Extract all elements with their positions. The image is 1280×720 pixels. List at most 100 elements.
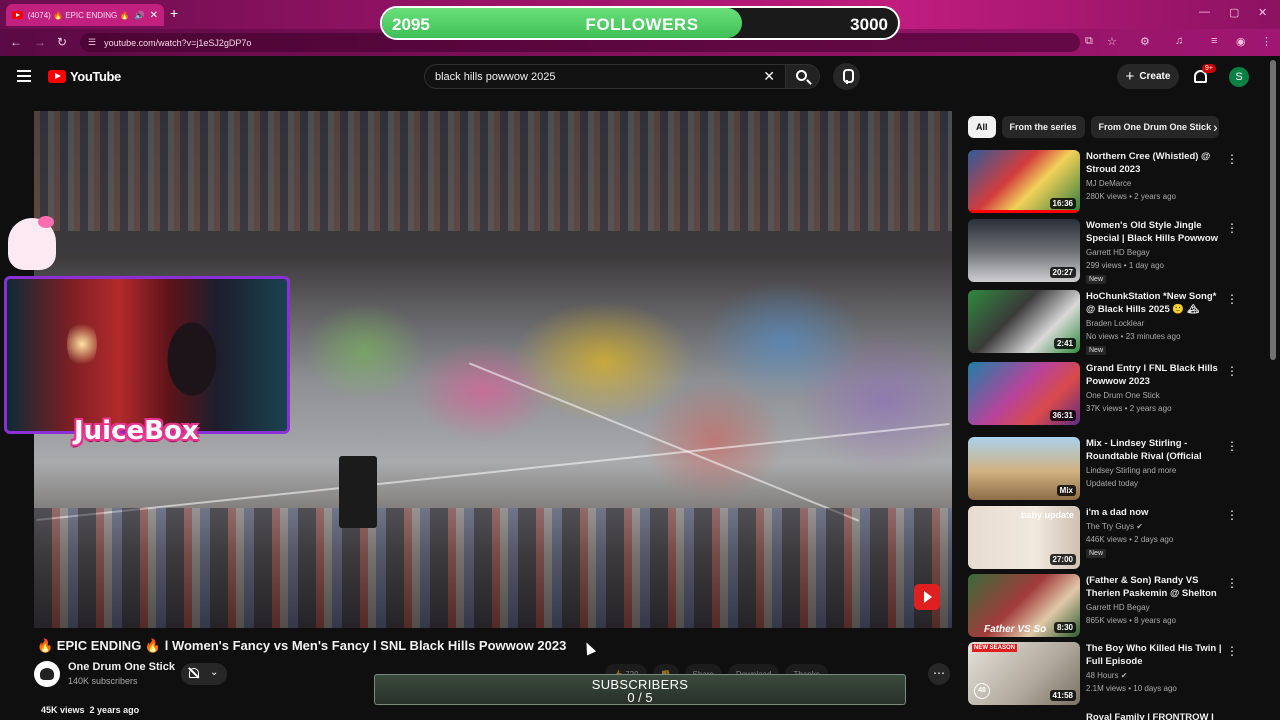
page-scrollbar[interactable] bbox=[1270, 60, 1276, 360]
kebab-menu-icon[interactable]: ⋮ bbox=[1226, 221, 1238, 235]
channel-48-logo: 48 bbox=[974, 683, 990, 699]
recommendation-title[interactable]: Mix - Lindsey Stirling - Roundtable Riva… bbox=[1086, 437, 1226, 464]
recommendation-thumbnail[interactable]: baby update 27:00 bbox=[968, 506, 1080, 569]
recommendation-channel[interactable]: Garrett HD Begay bbox=[1086, 603, 1150, 612]
tab-close-icon[interactable]: ✕ bbox=[150, 10, 158, 21]
new-season-badge: NEW SEASON bbox=[972, 644, 1018, 652]
recommendation-item[interactable]: 20:27 Women's Old Style Jingle Special |… bbox=[968, 219, 1248, 284]
recommendation-meta: 37K views • 2 years ago bbox=[1086, 404, 1172, 413]
channel-name[interactable]: One Drum One Stick bbox=[68, 661, 175, 673]
recommendation-meta: 299 views • 1 day ago bbox=[1086, 261, 1164, 270]
minimize-icon[interactable]: — bbox=[1199, 6, 1210, 18]
kebab-menu-icon[interactable]: ⋮ bbox=[1226, 292, 1238, 306]
recommendation-channel[interactable]: One Drum One Stick bbox=[1086, 391, 1160, 400]
new-tab-icon[interactable]: + bbox=[170, 5, 178, 21]
recommendation-title-partial[interactable]: Royal Family | FRONTROW I bbox=[1086, 712, 1214, 720]
bookmark-star-icon[interactable]: ☆ bbox=[1107, 35, 1117, 48]
subscribed-button[interactable]: ⌄ bbox=[181, 663, 227, 685]
site-info-icon[interactable]: ☰ bbox=[88, 37, 96, 48]
followers-goal: 3000 bbox=[850, 15, 888, 34]
clear-search-icon[interactable]: ✕ bbox=[763, 68, 775, 85]
watched-progress bbox=[968, 210, 1080, 213]
recommendation-title[interactable]: Women's Old Style Jingle Special | Black… bbox=[1086, 219, 1226, 246]
kebab-menu-icon[interactable]: ⋮ bbox=[1226, 364, 1238, 378]
recommendation-item[interactable]: 16:36 Northern Cree (Whistled) @ Stroud … bbox=[968, 150, 1248, 214]
reading-list-icon[interactable]: ≡ bbox=[1211, 35, 1217, 47]
chip-all[interactable]: All bbox=[968, 116, 996, 138]
chevron-right-icon[interactable]: › bbox=[1213, 119, 1218, 135]
back-icon[interactable]: ← bbox=[10, 35, 22, 49]
search-input[interactable]: black hills powwow 2025 ✕ bbox=[424, 64, 786, 89]
streamer-webcam bbox=[4, 276, 290, 434]
kebab-menu-icon[interactable]: ⋮ bbox=[1226, 439, 1238, 453]
menu-icon[interactable] bbox=[17, 70, 31, 82]
recommendation-item[interactable]: Father VS So 8:30 (Father & Son) Randy V… bbox=[968, 574, 1248, 638]
recommendation-channel[interactable]: MJ DeMarce bbox=[1086, 179, 1131, 188]
new-badge: New bbox=[1086, 346, 1107, 355]
recommendation-channel[interactable]: Lindsey Stirling and more bbox=[1086, 466, 1176, 475]
speaker-icon[interactable]: 🔊 bbox=[135, 11, 145, 20]
media-icon[interactable]: ♫ bbox=[1175, 35, 1183, 47]
kebab-menu-icon[interactable]: ⋮ bbox=[1226, 644, 1238, 658]
recommendation-item[interactable]: baby update 27:00 i'm a dad now The Try … bbox=[968, 506, 1248, 570]
recommendation-thumbnail[interactable]: 2:41 bbox=[968, 290, 1080, 353]
recommendation-item[interactable]: NEW SEASON 48 41:58 The Boy Who Killed H… bbox=[968, 642, 1248, 706]
recommendation-thumbnail[interactable]: NEW SEASON 48 41:58 bbox=[968, 642, 1080, 705]
recommendation-title[interactable]: Grand Entry l FNL Black Hills Powwow 202… bbox=[1086, 362, 1226, 388]
duration-badge: 20:27 bbox=[1049, 267, 1076, 278]
notifications-icon[interactable]: 9+ bbox=[1192, 64, 1216, 86]
recommendation-item[interactable]: Mix Mix - Lindsey Stirling - Roundtable … bbox=[968, 437, 1248, 501]
maximize-icon[interactable]: ▢ bbox=[1229, 6, 1239, 19]
subscribers-count: 0 / 5 bbox=[627, 690, 653, 705]
recommendation-item[interactable]: 36:31 Grand Entry l FNL Black Hills Poww… bbox=[968, 362, 1248, 426]
recommendation-channel[interactable]: The Try Guys ✔ bbox=[1086, 522, 1143, 531]
voice-search-icon[interactable] bbox=[833, 63, 860, 90]
chip-from-channel[interactable]: From One Drum One Stick bbox=[1090, 116, 1220, 138]
recommendation-title[interactable]: Northern Cree (Whistled) @ Stroud 2023 bbox=[1086, 150, 1226, 176]
channel-label: The Try Guys bbox=[1086, 522, 1135, 531]
recommendation-thumbnail[interactable]: 36:31 bbox=[968, 362, 1080, 425]
new-badge: New bbox=[1086, 549, 1107, 558]
profile-icon[interactable]: ◉ bbox=[1236, 35, 1246, 48]
account-avatar[interactable]: S bbox=[1229, 67, 1249, 87]
chip-from-series[interactable]: From the series bbox=[1001, 116, 1085, 138]
kebab-menu-icon[interactable]: ⋮ bbox=[1226, 508, 1238, 522]
youtube-watermark-icon[interactable] bbox=[914, 584, 940, 610]
recommendation-channel[interactable]: Braden Locklear bbox=[1086, 319, 1144, 328]
followers-label: FOLLOWERS bbox=[585, 15, 699, 34]
recommendation-title[interactable]: i'm a dad now bbox=[1086, 506, 1226, 519]
recommendation-title[interactable]: The Boy Who Killed His Twin | Full Episo… bbox=[1086, 642, 1226, 668]
court-line bbox=[468, 362, 860, 522]
channel-avatar[interactable] bbox=[34, 661, 60, 687]
youtube-play-icon bbox=[48, 70, 66, 83]
recommendation-thumbnail[interactable]: 16:36 bbox=[968, 150, 1080, 213]
kebab-menu-icon[interactable]: ⋮ bbox=[1226, 576, 1238, 590]
browser-tab[interactable]: (4074) 🔥 EPIC ENDING 🔥 🔊 ✕ bbox=[6, 4, 164, 26]
recommendation-channel[interactable]: 48 Hours ✔ bbox=[1086, 671, 1127, 680]
forward-icon[interactable]: → bbox=[34, 35, 46, 49]
recommendation-meta: 446K views • 2 days ago bbox=[1086, 535, 1174, 544]
recommendation-title[interactable]: (Father & Son) Randy VS Therien Paskemin… bbox=[1086, 574, 1226, 601]
reload-icon[interactable]: ↻ bbox=[57, 35, 67, 49]
extensions-icon[interactable]: ⚙ bbox=[1140, 35, 1150, 48]
chevron-down-icon: ⌄ bbox=[210, 667, 219, 678]
recommendation-thumbnail[interactable]: Father VS So 8:30 bbox=[968, 574, 1080, 637]
browser-menu-icon[interactable]: ⋮ bbox=[1261, 35, 1272, 48]
close-window-icon[interactable]: ✕ bbox=[1258, 6, 1267, 19]
recommendation-item[interactable]: 2:41 HoChunkStation *New Song* @ Black H… bbox=[968, 290, 1248, 355]
search-button[interactable] bbox=[786, 64, 820, 89]
recommendation-thumbnail[interactable]: Mix bbox=[968, 437, 1080, 500]
bell-off-icon bbox=[189, 668, 199, 678]
recommendation-channel[interactable]: Garrett HD Begay bbox=[1086, 248, 1150, 257]
more-actions-icon[interactable]: ⋯ bbox=[928, 663, 950, 685]
recommendation-title[interactable]: HoChunkStation *New Song* @ Black Hills … bbox=[1086, 290, 1226, 316]
kebab-menu-icon[interactable]: ⋮ bbox=[1226, 152, 1238, 166]
youtube-logo[interactable]: YouTube bbox=[48, 69, 121, 84]
recommendation-thumbnail[interactable]: 20:27 bbox=[968, 219, 1080, 282]
juicebox-logo: JuiceBox bbox=[74, 416, 199, 446]
video-meta: 45K views 2 years ago bbox=[41, 705, 139, 715]
followers-goal-bar: 2095 FOLLOWERS 3000 bbox=[380, 6, 900, 40]
url-text: youtube.com/watch?v=j1eSJ2gDP7o bbox=[104, 37, 252, 48]
create-button[interactable]: + Create bbox=[1117, 64, 1179, 89]
install-app-icon[interactable]: ⧉ bbox=[1085, 35, 1093, 48]
